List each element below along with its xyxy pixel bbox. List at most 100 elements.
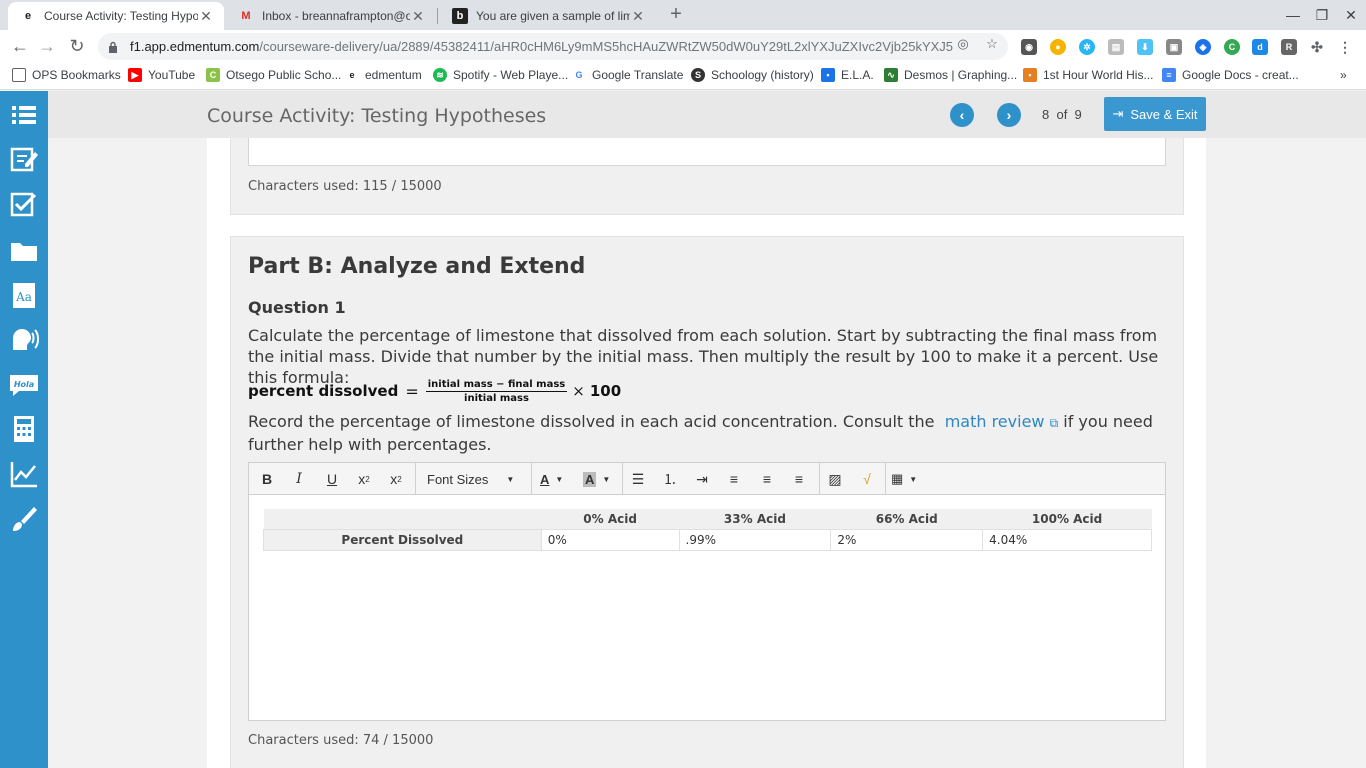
highlighter-icon[interactable] xyxy=(8,503,40,535)
bookmark-spotify[interactable]: ≋ Spotify - Web Playe... xyxy=(433,68,568,82)
extension-icon[interactable]: ◉ xyxy=(1021,39,1037,55)
address-bar[interactable]: f1.app.edmentum.com /courseware-delivery… xyxy=(98,33,1008,60)
part-b-char-count: Characters used: 74 / 15000 xyxy=(248,733,434,748)
browser-tab-strip: e Course Activity: Testing Hypotheses ✕ … xyxy=(0,0,1366,30)
menu-list-icon[interactable] xyxy=(8,99,40,131)
formula-numerator: initial mass − final mass xyxy=(425,378,568,392)
lock-icon xyxy=(108,41,120,53)
close-tab-icon[interactable]: ✕ xyxy=(410,8,426,25)
calculator-icon[interactable] xyxy=(8,413,40,445)
bookmark-ela[interactable]: ▪ E.L.A. xyxy=(821,68,874,82)
table-row-label[interactable]: Percent Dissolved xyxy=(263,528,542,551)
subscript-button[interactable]: x2 xyxy=(381,467,411,491)
close-window-button[interactable]: ✕ xyxy=(1336,4,1366,26)
insert-image-button[interactable]: ▨ xyxy=(820,467,850,491)
tab-brainly[interactable]: b You are given a sample of limestone ✕ xyxy=(440,2,656,30)
minimize-button[interactable]: — xyxy=(1278,4,1308,26)
new-tab-button[interactable]: + xyxy=(664,3,688,27)
bookmark-world-history[interactable]: ▪ 1st Hour World His... xyxy=(1023,68,1153,82)
page-current: 8 xyxy=(1042,107,1050,122)
location-icon[interactable]: ◎ xyxy=(955,36,971,52)
reload-button[interactable]: ↻ xyxy=(66,35,88,57)
notes-icon[interactable] xyxy=(8,143,40,175)
extension-icon[interactable]: ◈ xyxy=(1195,39,1211,55)
svg-text:Hola: Hola xyxy=(14,380,34,389)
tab-gmail-inbox[interactable]: M Inbox - breannaframpton@otsego ✕ xyxy=(226,2,436,30)
extension-icon[interactable]: ● xyxy=(1050,39,1066,55)
table-header-row: 0% Acid 33% Acid 66% Acid 100% Acid xyxy=(263,509,1152,529)
bookmark-ops[interactable]: OPS Bookmarks xyxy=(12,68,121,82)
bookmark-desmos[interactable]: ∿ Desmos | Graphing... xyxy=(884,68,1017,82)
forward-button[interactable]: → xyxy=(36,35,58,57)
bookmark-youtube[interactable]: ▶ YouTube xyxy=(128,68,195,82)
bookmarks-overflow-button[interactable]: » xyxy=(1340,68,1347,82)
close-tab-icon[interactable]: ✕ xyxy=(198,8,214,25)
schoology-icon: S xyxy=(691,68,705,82)
dictionary-icon[interactable]: Aa xyxy=(8,279,40,311)
bookmark-edmentum[interactable]: e edmentum xyxy=(345,68,421,82)
align-right-button[interactable]: ≡ xyxy=(784,467,814,491)
browser-menu-icon[interactable]: ⋮ xyxy=(1337,39,1353,55)
equation-editor-button[interactable]: √ xyxy=(852,467,882,491)
align-center-button[interactable]: ≡ xyxy=(752,467,782,491)
table-header-cell[interactable]: 66% Acid xyxy=(830,509,983,529)
save-exit-button[interactable]: ⇥ Save & Exit xyxy=(1104,97,1206,131)
text-color-button[interactable]: A ▼ xyxy=(540,467,563,491)
numbered-list-button[interactable]: ⒈ xyxy=(655,467,685,491)
folder-icon[interactable] xyxy=(8,234,40,266)
percent-dissolved-table[interactable]: 0% Acid 33% Acid 66% Acid 100% Acid Perc… xyxy=(263,509,1152,551)
align-left-button[interactable]: ≡ xyxy=(719,467,749,491)
bullet-list-button[interactable]: ☰ xyxy=(623,467,653,491)
assignment-check-icon[interactable] xyxy=(8,188,40,220)
table-cell[interactable]: 2% xyxy=(830,528,984,551)
font-sizes-dropdown[interactable]: Font Sizes ▼ xyxy=(427,467,523,491)
google-icon: G xyxy=(575,70,583,80)
underline-button[interactable]: U xyxy=(317,467,347,491)
extensions-puzzle-icon[interactable]: ✣ xyxy=(1309,39,1325,55)
part-a-response-box[interactable] xyxy=(248,138,1166,166)
tab-course-activity[interactable]: e Course Activity: Testing Hypotheses ✕ xyxy=(8,2,224,30)
translate-hola-icon[interactable]: Hola xyxy=(8,368,40,400)
previous-page-button[interactable]: ‹ xyxy=(950,103,974,127)
table-cell[interactable]: 4.04% xyxy=(982,528,1152,551)
math-review-link[interactable]: math review ⧉ xyxy=(940,412,1058,431)
table-dropdown[interactable]: ▦ ▼ xyxy=(891,467,917,491)
superscript-button[interactable]: x2 xyxy=(349,467,379,491)
table-header-cell[interactable]: 0% Acid xyxy=(541,509,680,529)
bookmark-star-icon[interactable]: ☆ xyxy=(984,36,1000,52)
edmentum-icon: e xyxy=(349,70,355,80)
course-header: Course Activity: Testing Hypotheses ‹ › … xyxy=(48,91,1366,138)
extension-icon[interactable]: ⬇ xyxy=(1137,39,1153,55)
bookmark-google-translate[interactable]: G Google Translate xyxy=(572,68,683,82)
table-cell[interactable]: .99% xyxy=(678,528,832,551)
next-page-button[interactable]: › xyxy=(997,103,1021,127)
back-button[interactable]: ← xyxy=(9,35,31,57)
graphing-icon[interactable] xyxy=(8,458,40,490)
gmail-icon: M xyxy=(241,10,251,22)
indent-button[interactable]: ⇥ xyxy=(687,467,717,491)
formula-lhs: percent dissolved xyxy=(248,382,399,400)
bookmark-otsego[interactable]: C Otsego Public Scho... xyxy=(206,68,341,82)
text-to-speech-icon[interactable] xyxy=(8,323,40,355)
response-editor[interactable]: B I U x2 x2 Font Sizes ▼ A ▼ A ▼ ☰ ⒈ ⇥ ≡… xyxy=(248,462,1166,721)
background-color-button[interactable]: A ▼ xyxy=(583,467,610,491)
table-header-cell[interactable]: 100% Acid xyxy=(982,509,1152,529)
table-header-cell[interactable]: 33% Acid xyxy=(679,509,831,529)
bookmark-schoology[interactable]: S Schoology (history) xyxy=(691,68,814,82)
formula-equals: = xyxy=(405,381,419,401)
profile-avatar[interactable]: R xyxy=(1281,39,1297,55)
bold-button[interactable]: B xyxy=(252,467,282,491)
extension-icon[interactable]: ▤ xyxy=(1108,39,1124,55)
restore-button[interactable]: ❐ xyxy=(1307,4,1337,26)
extension-icon[interactable]: ✲ xyxy=(1079,39,1095,55)
close-tab-icon[interactable]: ✕ xyxy=(630,8,646,25)
extension-icon[interactable]: ▣ xyxy=(1166,39,1182,55)
bookmark-label: Spotify - Web Playe... xyxy=(453,68,569,82)
overflow-chevron-icon: » xyxy=(1340,68,1347,82)
extension-icon[interactable]: C xyxy=(1224,39,1240,55)
extension-icon[interactable]: d xyxy=(1252,39,1268,55)
italic-button[interactable]: I xyxy=(284,467,314,491)
classroom-icon: ▪ xyxy=(821,68,835,82)
table-cell[interactable]: 0% xyxy=(540,528,680,551)
bookmark-google-docs[interactable]: ≡ Google Docs - creat... xyxy=(1162,68,1299,82)
